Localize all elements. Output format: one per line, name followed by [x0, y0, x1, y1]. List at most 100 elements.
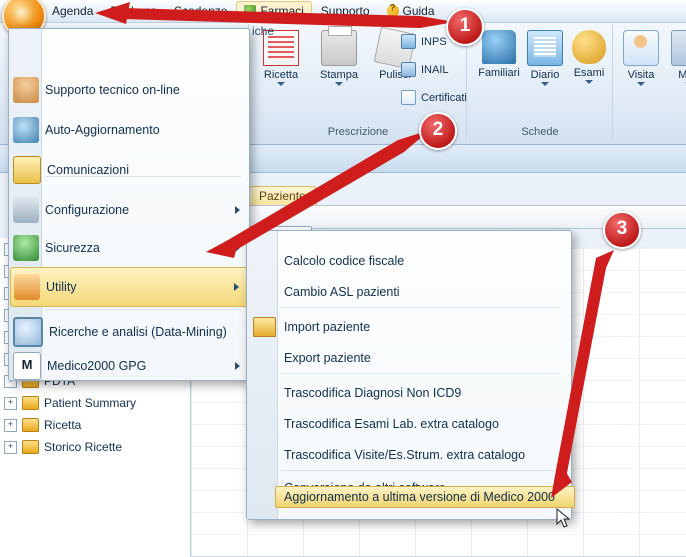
tree-item-label: Ricetta: [44, 418, 82, 432]
chevron-down-icon[interactable]: [637, 82, 645, 86]
tree-item-label: Patient Summary: [44, 396, 137, 410]
submenu-item-calcolo-codice-fiscale[interactable]: Calcolo codice fiscale: [248, 245, 604, 276]
tree-item[interactable]: + Storico Ricette: [0, 436, 190, 458]
menu-item-label: Medico2000 GPG: [47, 359, 147, 373]
menu-tab-guida[interactable]: Guida: [379, 1, 443, 22]
ribbon-button-ricetta[interactable]: Ricetta: [253, 30, 309, 86]
submenu-item-label: Trascodifica Esami Lab. extra catalogo: [284, 416, 499, 431]
chevron-down-icon[interactable]: [541, 82, 549, 86]
expander-icon[interactable]: +: [4, 396, 17, 410]
menu-tab-label: Agenda: [52, 3, 94, 18]
gpg-icon: M: [13, 352, 41, 380]
menu-tab-scadenze[interactable]: Scadenze: [166, 1, 235, 22]
menu-tab-bacheca[interactable]: Bacheca: [102, 1, 165, 22]
import-folder-icon: [253, 316, 276, 337]
monitor-icon: [671, 30, 686, 66]
menu-item-label: Utility: [46, 280, 77, 294]
menu-item-utility[interactable]: Utility: [10, 267, 248, 307]
ribbon-button-label: Mon: [678, 69, 686, 81]
submenu-item-label: Import paziente: [284, 319, 371, 334]
application-menu[interactable]: Supporto tecnico on-line Auto-Aggiorname…: [8, 28, 250, 381]
menu-item-ricerche-analisi[interactable]: Ricerche e analisi (Data-Mining): [10, 313, 248, 351]
submenu-item-trascodifica-visite[interactable]: Trascodifica Visite/Es.Strum. extra cata…: [248, 439, 604, 470]
submenu-item-label: Calcolo codice fiscale: [284, 253, 405, 268]
menu-item-supporto-tecnico[interactable]: Supporto tecnico on-line: [10, 71, 248, 109]
chevron-down-icon[interactable]: [277, 82, 285, 86]
expander-icon[interactable]: +: [4, 440, 17, 454]
expander-icon[interactable]: +: [4, 418, 17, 432]
menu-item-auto-aggiornamento[interactable]: Auto-Aggiornamento: [10, 111, 248, 149]
menu-item-label: Configurazione: [45, 203, 130, 217]
auto-update-icon: [13, 117, 39, 143]
exams-icon: [572, 30, 606, 64]
ribbon-button-inail[interactable]: INAIL: [401, 62, 449, 77]
menu-item-label: Auto-Aggiornamento: [45, 123, 160, 137]
menu-item-label: Sicurezza: [45, 241, 100, 255]
submenu-item-label: Trascodifica Diagnosi Non ICD9: [284, 385, 462, 400]
menu-item-label: Comunicazioni: [47, 163, 129, 177]
ribbon-button-label: INPS: [421, 35, 447, 48]
submenu-item-import-paziente[interactable]: Import paziente: [248, 311, 604, 342]
magnifier-icon: [13, 317, 43, 347]
ribbon-button-esami[interactable]: Esami: [561, 30, 617, 84]
tree-item[interactable]: + Ricetta: [0, 414, 190, 436]
menu-item-label: Ricerche e analisi (Data-Mining): [49, 325, 227, 339]
callout-badge-3: 3: [603, 211, 641, 249]
settings-wrench-icon: [13, 197, 39, 223]
callout-badge-1: 1: [446, 8, 484, 46]
submenu-item-trascodifica-esami-lab[interactable]: Trascodifica Esami Lab. extra catalogo: [248, 408, 604, 439]
utility-submenu[interactable]: Calcolo codice fiscale Cambio ASL pazien…: [246, 230, 575, 520]
ribbon-group-clipped: Visita Mon: [612, 24, 686, 140]
ribbon-button-label: Ricetta: [263, 69, 299, 81]
menu-item-configurazione[interactable]: Configurazione: [10, 191, 248, 229]
utility-palette-icon: [14, 274, 40, 300]
menu-tab-supporto[interactable]: Supporto: [313, 1, 378, 22]
ribbon-button-label: Esami: [573, 67, 605, 79]
menu-item-sicurezza[interactable]: Sicurezza: [10, 229, 248, 267]
ribbon-group-title: Schede: [521, 126, 559, 138]
ribbon-button-monitoraggi[interactable]: Mon: [661, 30, 686, 86]
certificate-icon: [401, 90, 416, 105]
folder-icon: [22, 396, 39, 410]
submenu-item-label: Cambio ASL pazienti: [284, 284, 400, 299]
menu-tab-label: Farmaci: [260, 3, 304, 18]
ribbon-button-certificati[interactable]: Certificati: [401, 90, 467, 105]
menu-tab-label: Scadenze: [174, 3, 228, 18]
submenu-item-label: Export paziente: [284, 350, 371, 365]
submenu-item-export-paziente[interactable]: Export paziente: [248, 342, 604, 373]
diary-icon: [527, 30, 563, 66]
help-question-icon: [386, 3, 399, 17]
tree-item-label: Storico Ricette: [44, 440, 123, 454]
ribbon-button-label: Certificati: [421, 91, 467, 104]
chevron-down-icon[interactable]: [585, 80, 593, 84]
chevron-down-icon[interactable]: [335, 82, 343, 86]
mail-icon: [13, 156, 41, 184]
submenu-item-label: Aggiornamento a ultima versione di Medic…: [284, 490, 555, 504]
tree-item[interactable]: + Patient Summary: [0, 392, 190, 414]
menu-tab-label: Guida: [402, 3, 435, 18]
ribbon-button-stampa[interactable]: Stampa: [311, 26, 367, 86]
menu-bar: Agenda Bacheca Scadenze Farmaci Supporto…: [0, 0, 686, 23]
menu-tab-farmaci[interactable]: Farmaci: [236, 0, 312, 22]
ribbon-partial-tab-text: iche: [252, 24, 275, 38]
inail-icon: [401, 62, 416, 77]
visit-icon: [623, 30, 659, 66]
menu-tab-label: Supporto: [320, 3, 370, 18]
submenu-item-cambio-asl-pazienti[interactable]: Cambio ASL pazienti: [248, 276, 604, 307]
menu-separator: [45, 176, 241, 177]
submenu-arrow-icon: [235, 244, 240, 252]
menu-tab-label: Bacheca: [110, 3, 158, 18]
submenu-item-trascodifica-diagnosi[interactable]: Trascodifica Diagnosi Non ICD9: [248, 377, 604, 408]
ribbon-button-inps[interactable]: INPS: [401, 34, 447, 49]
mouse-cursor: [556, 508, 570, 528]
menu-tab-list: Agenda Bacheca Scadenze Farmaci Supporto…: [44, 0, 443, 22]
menu-tab-agenda[interactable]: Agenda: [44, 1, 101, 22]
menu-item-comunicazioni[interactable]: Comunicazioni: [10, 151, 248, 189]
pill-green-icon: [244, 4, 257, 17]
folder-icon: [22, 440, 39, 454]
submenu-item-label: Trascodifica Visite/Es.Strum. extra cata…: [284, 447, 526, 462]
menu-separator: [45, 309, 241, 310]
family-icon: [482, 30, 516, 64]
submenu-item-aggiornamento-ultima-versione[interactable]: Aggiornamento a ultima versione di Medic…: [275, 486, 575, 508]
menu-item-medico2000-gpg[interactable]: M Medico2000 GPG: [10, 347, 248, 385]
